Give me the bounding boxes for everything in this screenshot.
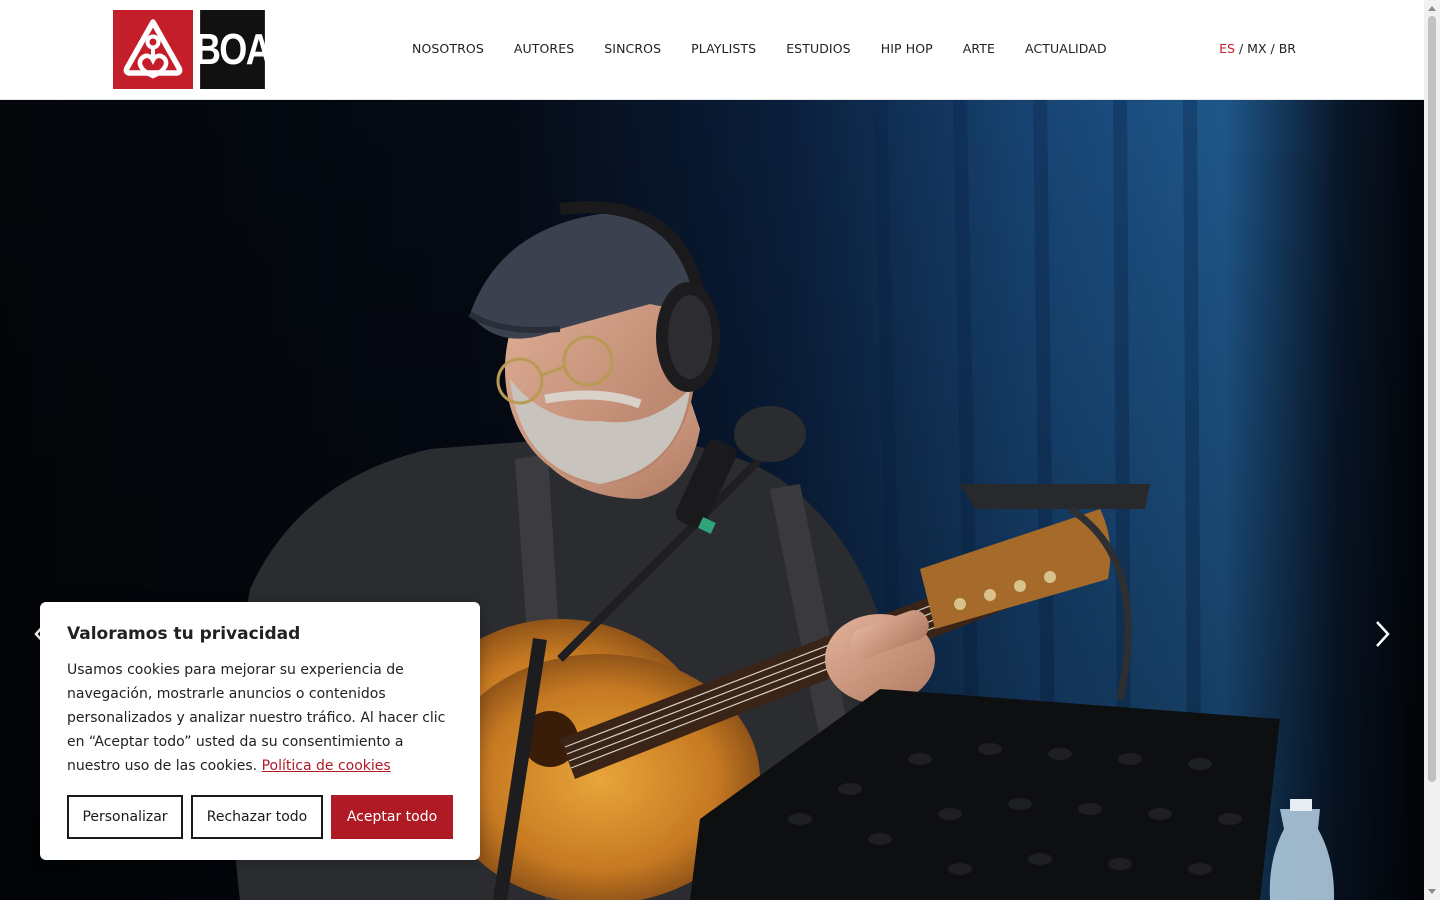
main-nav: NOSOTROS AUTORES SINCROS PLAYLISTS ESTUD… [397,38,1122,60]
site-header: BOA NOSOTROS AUTORES SINCROS PLAYLISTS E… [0,0,1424,100]
scroll-up-arrow-icon[interactable] [1428,6,1436,11]
boa-emblem-icon [113,10,193,89]
nav-item-sincros[interactable]: SINCROS [589,38,676,60]
nav-item-hip-hop[interactable]: HIP HOP [866,38,948,60]
cookie-consent-banner: Valoramos tu privacidad Usamos cookies p… [40,602,480,860]
lang-separator: / [1238,41,1244,56]
nav-item-nosotros[interactable]: NOSOTROS [397,38,499,60]
scroll-thumb[interactable] [1428,16,1436,782]
lang-br[interactable]: BR [1279,38,1296,60]
slider-next-button[interactable] [1367,619,1397,649]
customize-button[interactable]: Personalizar [67,795,183,839]
lang-mx[interactable]: MX [1247,38,1266,60]
nav-item-arte[interactable]: ARTE [948,38,1010,60]
boa-logo[interactable]: BOA [113,10,272,89]
lang-es[interactable]: ES [1219,38,1235,60]
language-switcher: ES / MX / BR [1219,38,1296,60]
lang-separator: / [1270,41,1275,56]
nav-item-playlists[interactable]: PLAYLISTS [676,38,771,60]
nav-item-autores[interactable]: AUTORES [499,38,589,60]
cookie-banner-text: Usamos cookies para mejorar su experienc… [67,658,453,778]
accept-all-button[interactable]: Aceptar todo [331,795,453,839]
reject-all-button[interactable]: Rechazar todo [191,795,323,839]
nav-item-estudios[interactable]: ESTUDIOS [771,38,866,60]
cookie-banner-title: Valoramos tu privacidad [67,624,301,644]
page-scrollbar[interactable] [1424,0,1440,900]
logo-wordmark: BOA [195,10,272,89]
chevron-right-icon [1376,621,1390,647]
cookie-policy-link[interactable]: Política de cookies [262,758,391,774]
scroll-down-arrow-icon[interactable] [1428,889,1436,894]
nav-item-actualidad[interactable]: ACTUALIDAD [1010,38,1122,60]
cookie-actions: Personalizar Rechazar todo Aceptar todo [67,795,453,839]
page: BOA NOSOTROS AUTORES SINCROS PLAYLISTS E… [0,0,1440,900]
